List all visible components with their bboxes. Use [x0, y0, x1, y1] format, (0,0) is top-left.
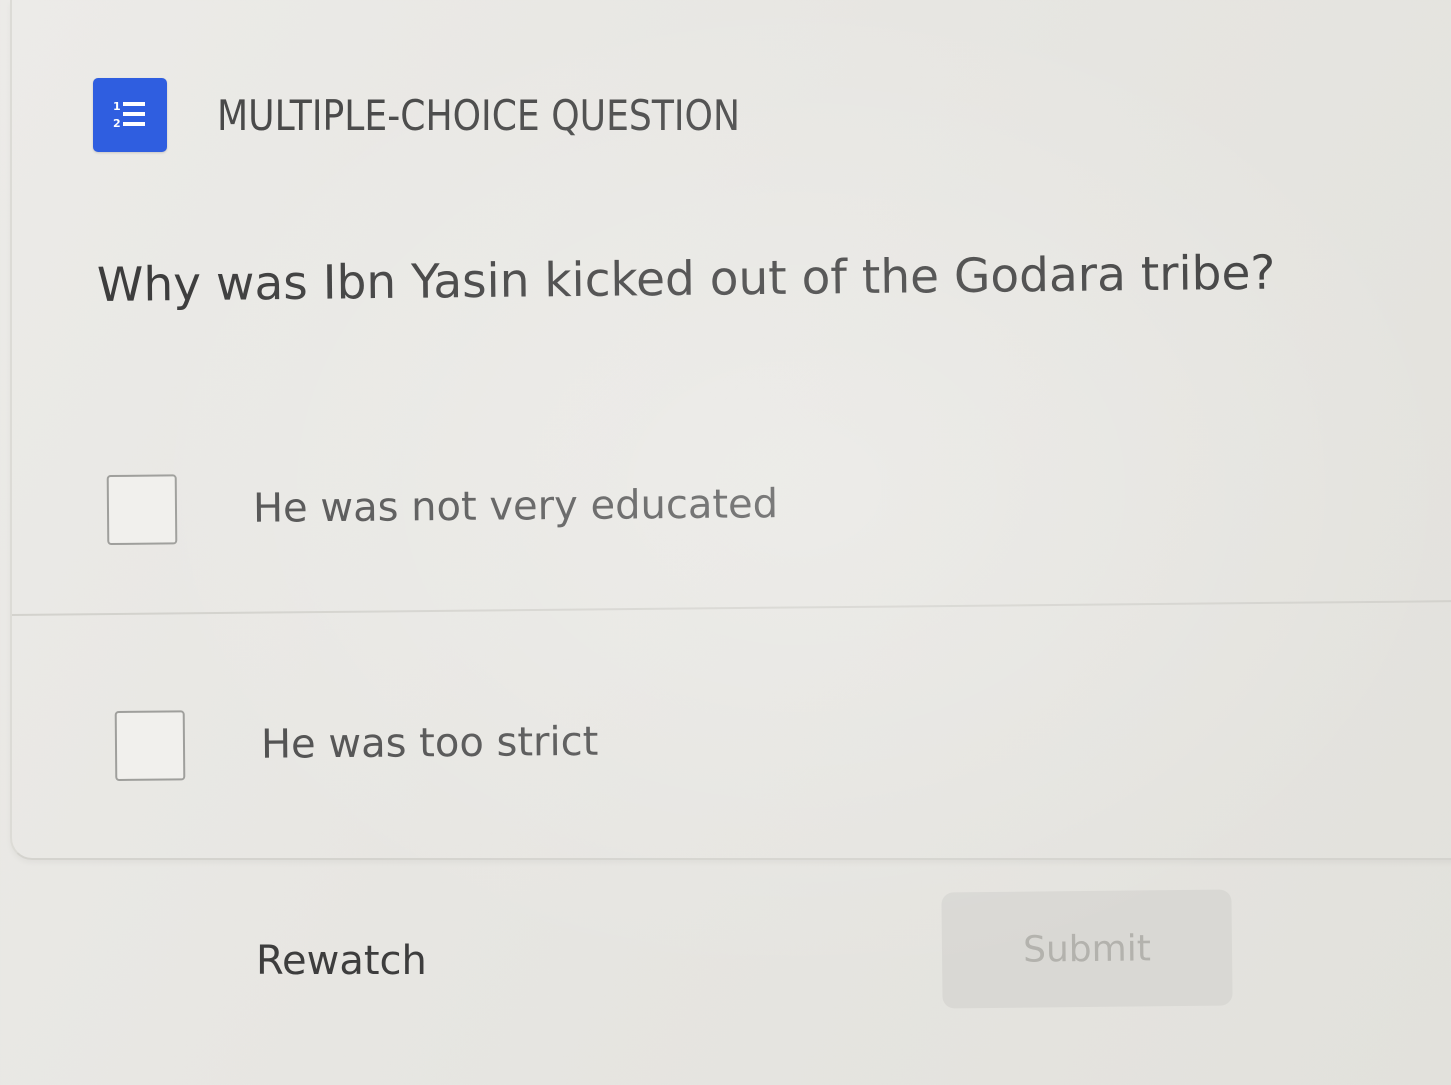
submit-button[interactable]: Submit: [941, 889, 1233, 1009]
svg-text:1: 1: [113, 100, 121, 113]
option-checkbox[interactable]: [114, 710, 186, 781]
answer-option[interactable]: He was too strict: [114, 707, 599, 781]
rewatch-button[interactable]: Rewatch: [256, 938, 427, 984]
numbered-list-icon: 1 2: [93, 78, 167, 152]
question-type-label: MULTIPLE-CHOICE QUESTION: [217, 90, 741, 140]
question-header: 1 2 MULTIPLE-CHOICE QUESTION: [93, 78, 825, 152]
option-label: He was too strict: [260, 718, 599, 768]
option-label: He was not very educated: [252, 481, 779, 532]
answer-option[interactable]: He was not very educated: [106, 469, 779, 545]
option-checkbox[interactable]: [106, 474, 178, 545]
svg-text:2: 2: [113, 117, 121, 130]
